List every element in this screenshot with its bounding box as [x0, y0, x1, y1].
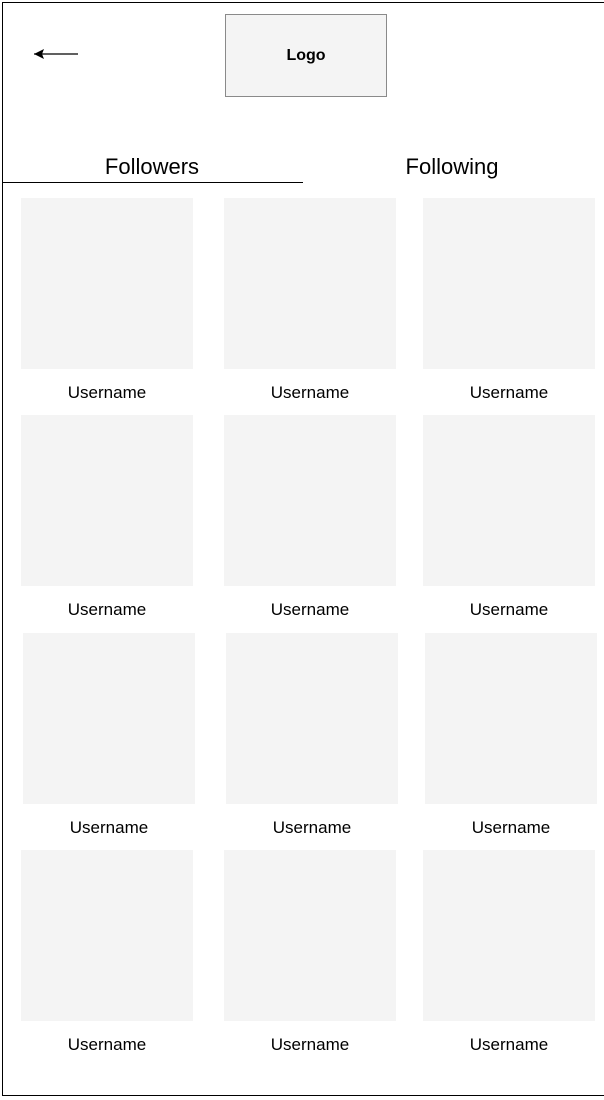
- username-label: Username: [69, 818, 149, 837]
- logo-label: Logo: [286, 46, 326, 64]
- avatar: [224, 415, 396, 586]
- active-tab-indicator: [2, 182, 303, 183]
- avatar: [21, 198, 193, 369]
- avatar: [226, 633, 398, 804]
- user-tile[interactable]: Username: [423, 198, 595, 403]
- username-label: Username: [471, 818, 551, 837]
- username-label: Username: [469, 600, 549, 619]
- user-tile[interactable]: Username: [23, 633, 195, 838]
- user-tile[interactable]: Username: [224, 415, 396, 620]
- user-tile[interactable]: Username: [423, 850, 595, 1055]
- user-tile[interactable]: Username: [226, 633, 398, 838]
- user-tile[interactable]: Username: [224, 198, 396, 403]
- user-tile[interactable]: Username: [423, 415, 595, 620]
- tab-followers-label: Followers: [104, 154, 200, 179]
- username-label: Username: [67, 600, 147, 619]
- logo[interactable]: Logo: [225, 14, 387, 97]
- tab-following-label: Following: [405, 154, 499, 179]
- username-label: Username: [270, 383, 350, 402]
- username-label: Username: [270, 600, 350, 619]
- username-label: Username: [270, 1035, 350, 1054]
- avatar: [23, 633, 195, 804]
- username-label: Username: [272, 818, 352, 837]
- back-button[interactable]: [32, 44, 80, 64]
- username-label: Username: [469, 383, 549, 402]
- avatar: [423, 415, 595, 586]
- username-label: Username: [67, 1035, 147, 1054]
- avatar: [21, 415, 193, 586]
- avatar: [425, 633, 597, 804]
- user-tile[interactable]: Username: [21, 198, 193, 403]
- username-label: Username: [67, 383, 147, 402]
- avatar: [224, 198, 396, 369]
- tab-following[interactable]: Following: [302, 150, 602, 183]
- avatar: [224, 850, 396, 1021]
- back-arrow-icon: [34, 49, 78, 59]
- tab-followers[interactable]: Followers: [2, 150, 302, 183]
- user-tile[interactable]: Username: [21, 850, 193, 1055]
- avatar: [423, 850, 595, 1021]
- username-label: Username: [469, 1035, 549, 1054]
- avatar: [423, 198, 595, 369]
- avatar: [21, 850, 193, 1021]
- user-tile[interactable]: Username: [425, 633, 597, 838]
- user-tile[interactable]: Username: [224, 850, 396, 1055]
- user-tile[interactable]: Username: [21, 415, 193, 620]
